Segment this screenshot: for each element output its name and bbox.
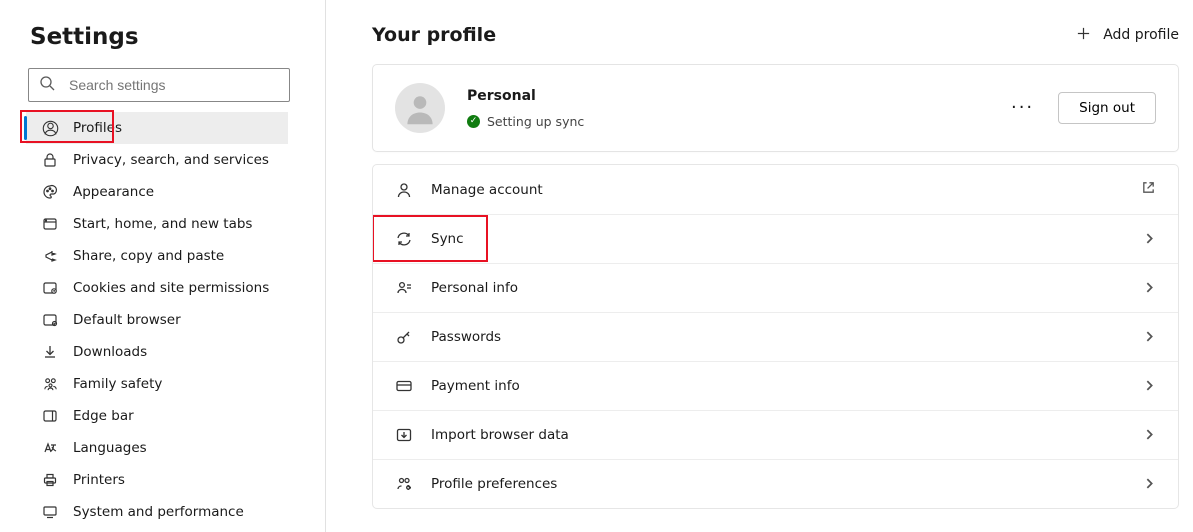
sidebar-item-label: Privacy, search, and services	[73, 152, 269, 168]
sidebar-item-family[interactable]: Family safety	[26, 368, 288, 400]
sync-status-icon: ✓	[467, 115, 480, 128]
sidebar-item-downloads[interactable]: Downloads	[26, 336, 288, 368]
download-icon	[41, 343, 59, 361]
row-label: Profile preferences	[431, 476, 1143, 492]
row-sync[interactable]: Sync	[373, 214, 1178, 263]
sidebar-item-label: Default browser	[73, 312, 181, 328]
row-label: Import browser data	[431, 427, 1143, 443]
import-icon	[395, 426, 417, 444]
search-icon	[39, 75, 55, 95]
key-icon	[395, 328, 417, 346]
plus-icon	[1076, 26, 1091, 45]
person-icon	[395, 181, 417, 199]
languages-icon	[41, 439, 59, 457]
row-label: Manage account	[431, 182, 1141, 198]
row-payment[interactable]: Payment info	[373, 361, 1178, 410]
window-icon	[41, 215, 59, 233]
share-icon	[41, 247, 59, 265]
sidebar-item-label: Start, home, and new tabs	[73, 216, 252, 232]
chevron-right-icon	[1143, 230, 1156, 249]
sidebar-item-label: System and performance	[73, 504, 244, 520]
sidebar-item-label: Appearance	[73, 184, 154, 200]
chevron-right-icon	[1143, 426, 1156, 445]
settings-sidebar: Settings Profiles Privacy, search, and s…	[0, 0, 326, 532]
add-profile-label: Add profile	[1103, 27, 1179, 43]
avatar	[395, 83, 445, 133]
sidebar-item-label: Printers	[73, 472, 125, 488]
sidebar-item-profiles[interactable]: Profiles	[26, 112, 288, 144]
sidebar-item-label: Profiles	[73, 120, 122, 136]
sidebar-item-share[interactable]: Share, copy and paste	[26, 240, 288, 272]
row-manage-account[interactable]: Manage account	[373, 165, 1178, 214]
sidebar-item-start-home[interactable]: Start, home, and new tabs	[26, 208, 288, 240]
sidebar-item-appearance[interactable]: Appearance	[26, 176, 288, 208]
sidebar-item-default-browser[interactable]: Default browser	[26, 304, 288, 336]
person-card-icon	[395, 279, 417, 297]
palette-icon	[41, 183, 59, 201]
profile-name: Personal	[467, 88, 1011, 104]
cookies-icon	[41, 279, 59, 297]
edgebar-icon	[41, 407, 59, 425]
sync-icon	[395, 230, 417, 248]
row-preferences[interactable]: Profile preferences	[373, 459, 1178, 508]
chevron-right-icon	[1143, 328, 1156, 347]
profile-rows: Manage account Sync	[372, 164, 1179, 509]
row-label: Payment info	[431, 378, 1143, 394]
row-label: Passwords	[431, 329, 1143, 345]
family-icon	[41, 375, 59, 393]
profiles-icon	[41, 119, 59, 137]
row-label: Sync	[431, 231, 1143, 247]
sidebar-item-cookies[interactable]: Cookies and site permissions	[26, 272, 288, 304]
system-icon	[41, 503, 59, 521]
card-icon	[395, 377, 417, 395]
sidebar-item-languages[interactable]: Languages	[26, 432, 288, 464]
external-link-icon	[1141, 180, 1156, 199]
row-passwords[interactable]: Passwords	[373, 312, 1178, 361]
browser-icon	[41, 311, 59, 329]
row-import[interactable]: Import browser data	[373, 410, 1178, 459]
signout-button[interactable]: Sign out	[1058, 92, 1156, 124]
page-title: Your profile	[372, 24, 496, 46]
sidebar-item-label: Share, copy and paste	[73, 248, 224, 264]
search-input[interactable]	[69, 77, 279, 93]
sidebar-item-system[interactable]: System and performance	[26, 496, 288, 528]
sidebar-item-label: Edge bar	[73, 408, 134, 424]
settings-title: Settings	[30, 24, 325, 50]
sidebar-item-printers[interactable]: Printers	[26, 464, 288, 496]
sidebar-item-label: Languages	[73, 440, 147, 456]
sidebar-item-label: Downloads	[73, 344, 147, 360]
sidebar-item-label: Cookies and site permissions	[73, 280, 269, 296]
sidebar-item-label: Family safety	[73, 376, 162, 392]
chevron-right-icon	[1143, 279, 1156, 298]
lock-icon	[41, 151, 59, 169]
sidebar-item-edgebar[interactable]: Edge bar	[26, 400, 288, 432]
search-settings-box[interactable]	[28, 68, 290, 102]
profile-card: Personal ✓ Setting up sync ··· Sign out	[372, 64, 1179, 152]
row-label: Personal info	[431, 280, 1143, 296]
preferences-icon	[395, 475, 417, 493]
profile-main: Your profile Add profile Personal ✓ Sett…	[326, 0, 1193, 532]
chevron-right-icon	[1143, 377, 1156, 396]
sync-status-text: Setting up sync	[487, 114, 584, 129]
printer-icon	[41, 471, 59, 489]
chevron-right-icon	[1143, 475, 1156, 494]
more-options-button[interactable]: ···	[1011, 99, 1034, 117]
row-personal-info[interactable]: Personal info	[373, 263, 1178, 312]
add-profile-button[interactable]: Add profile	[1076, 26, 1179, 45]
sidebar-item-privacy[interactable]: Privacy, search, and services	[26, 144, 288, 176]
